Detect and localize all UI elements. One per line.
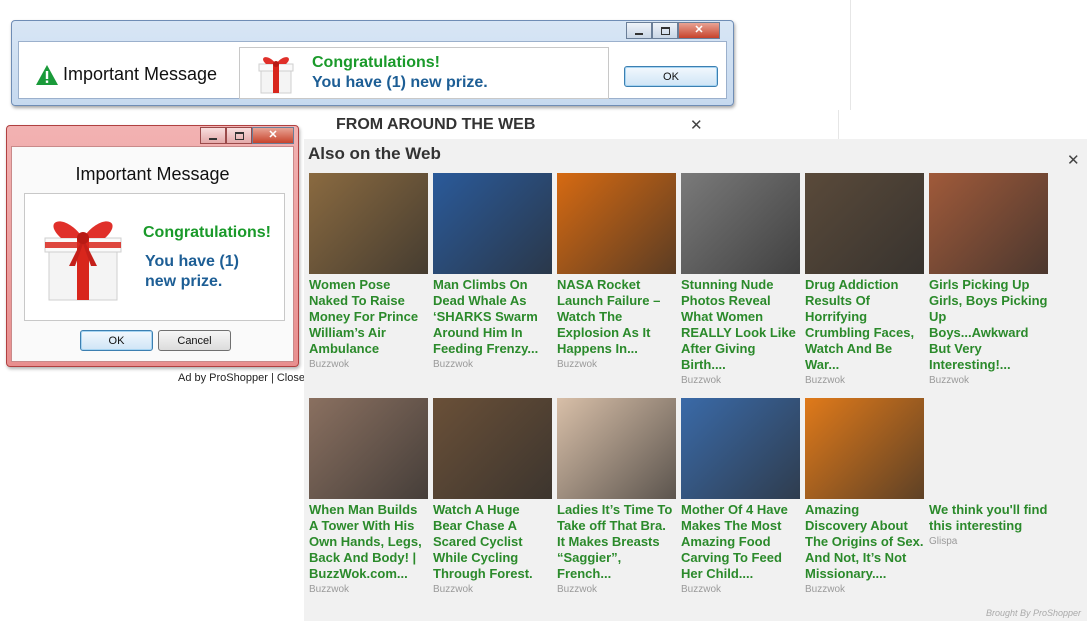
page-divider — [850, 0, 851, 110]
article-title[interactable]: Ladies It’s Time To Take off That Bra. I… — [557, 502, 676, 582]
gift-icon — [44, 221, 122, 301]
close-button[interactable]: ✕ — [678, 22, 720, 39]
warning-icon — [36, 65, 58, 85]
article-card[interactable]: Man Climbs On Dead Whale As ‘SHARKS Swar… — [433, 173, 552, 370]
ok-button[interactable]: OK — [80, 330, 153, 351]
article-card[interactable]: When Man Builds A Tower With His Own Han… — [309, 398, 428, 595]
maximize-button[interactable] — [226, 127, 252, 144]
article-title[interactable]: Man Climbs On Dead Whale As ‘SHARKS Swar… — [433, 277, 552, 357]
page-divider — [838, 110, 839, 140]
article-title[interactable]: When Man Builds A Tower With His Own Han… — [309, 502, 428, 582]
dialog-popup-window: ✕ Important Message Congratulations! You… — [6, 125, 299, 367]
prize-message-box: Congratulations! You have (1) new prize. — [239, 47, 609, 99]
article-title[interactable]: Girls Picking Up Girls, Boys Picking Up … — [929, 277, 1048, 373]
article-title[interactable]: Watch A Huge Bear Chase A Scared Cyclist… — [433, 502, 552, 582]
ad-attribution-link[interactable]: Ad by ProShopper | Close — [178, 372, 305, 384]
ok-button[interactable]: OK — [624, 66, 718, 87]
close-icon[interactable]: ✕ — [1067, 153, 1080, 168]
sponsored-card[interactable]: We think you'll find this interesting Gl… — [929, 398, 1048, 547]
prize-text: You have (1) new prize. — [312, 74, 488, 91]
article-card[interactable]: Women Pose Naked To Raise Money For Prin… — [309, 173, 428, 370]
article-title[interactable]: We think you'll find this interesting — [929, 502, 1048, 534]
minimize-button[interactable] — [200, 127, 226, 144]
cancel-button[interactable]: Cancel — [158, 330, 231, 351]
article-source: Buzzwok — [309, 359, 350, 370]
article-source: Glispa — [929, 536, 958, 547]
article-card[interactable]: Stunning Nude Photos Reveal What Women R… — [681, 173, 800, 386]
article-source: Buzzwok — [805, 375, 846, 386]
article-source: Buzzwok — [433, 359, 474, 370]
prize-message-box: Congratulations! You have (1) new prize. — [24, 193, 285, 321]
article-source: Buzzwok — [805, 584, 846, 595]
article-title[interactable]: Amazing Discovery About The Origins of S… — [805, 502, 924, 582]
article-card[interactable]: Mother Of 4 Have Makes The Most Amazing … — [681, 398, 800, 595]
prize-text: You have (1) new prize. — [145, 253, 239, 290]
window-controls: ✕ — [200, 127, 294, 144]
from-around-web-heading: FROM AROUND THE WEB — [336, 116, 536, 133]
article-title[interactable]: Mother Of 4 Have Makes The Most Amazing … — [681, 502, 800, 582]
article-source: Buzzwok — [557, 359, 598, 370]
article-source: Buzzwok — [929, 375, 970, 386]
article-card[interactable]: NASA Rocket Launch Failure – Watch The E… — [557, 173, 676, 370]
dialog-body: Important Message Congratulations! You h… — [11, 146, 294, 362]
dialog-title: Important Message — [75, 164, 230, 184]
article-thumbnail[interactable] — [557, 398, 676, 499]
article-thumbnail[interactable] — [309, 173, 428, 274]
article-card[interactable]: Amazing Discovery About The Origins of S… — [805, 398, 924, 595]
gift-icon — [258, 57, 294, 94]
recommendation-widget: Also on the Web ✕ Women Pose Naked To Ra… — [304, 139, 1087, 621]
article-source: Buzzwok — [681, 375, 722, 386]
article-thumbnail[interactable] — [309, 398, 428, 499]
congratulations-text: Congratulations! — [143, 224, 271, 241]
congratulations-text: Congratulations! — [312, 54, 440, 71]
article-thumbnail[interactable] — [929, 398, 1048, 499]
article-card[interactable]: Watch A Huge Bear Chase A Scared Cyclist… — [433, 398, 552, 595]
article-title[interactable]: NASA Rocket Launch Failure – Watch The E… — [557, 277, 676, 357]
article-title[interactable]: Drug Addiction Results Of Horrifying Cru… — [805, 277, 924, 373]
article-card[interactable]: Drug Addiction Results Of Horrifying Cru… — [805, 173, 924, 386]
article-thumbnail[interactable] — [681, 398, 800, 499]
article-source: Buzzwok — [681, 584, 722, 595]
article-source: Buzzwok — [433, 584, 474, 595]
widget-title: Also on the Web — [308, 144, 441, 163]
article-card[interactable]: Ladies It’s Time To Take off That Bra. I… — [557, 398, 676, 595]
window-controls: ✕ — [626, 22, 720, 39]
close-icon[interactable]: ✕ — [690, 118, 703, 133]
banner-body: Important Message Congratulations! You h… — [18, 41, 727, 99]
article-title[interactable]: Stunning Nude Photos Reveal What Women R… — [681, 277, 800, 373]
article-thumbnail[interactable] — [929, 173, 1048, 274]
minimize-button[interactable] — [626, 22, 652, 39]
article-thumbnail[interactable] — [433, 398, 552, 499]
article-thumbnail[interactable] — [681, 173, 800, 274]
article-title[interactable]: Women Pose Naked To Raise Money For Prin… — [309, 277, 428, 357]
article-source: Buzzwok — [309, 584, 350, 595]
article-thumbnail[interactable] — [433, 173, 552, 274]
banner-title: Important Message — [63, 64, 218, 84]
maximize-button[interactable] — [652, 22, 678, 39]
banner-popup-window: ✕ Important Message Congratulations! You… — [11, 20, 734, 106]
article-source: Buzzwok — [557, 584, 598, 595]
article-card[interactable]: Girls Picking Up Girls, Boys Picking Up … — [929, 173, 1048, 386]
article-thumbnail[interactable] — [805, 173, 924, 274]
article-thumbnail[interactable] — [557, 173, 676, 274]
brought-by-label: Brought By ProShopper — [985, 608, 1081, 618]
close-button[interactable]: ✕ — [252, 127, 294, 144]
article-thumbnail[interactable] — [805, 398, 924, 499]
